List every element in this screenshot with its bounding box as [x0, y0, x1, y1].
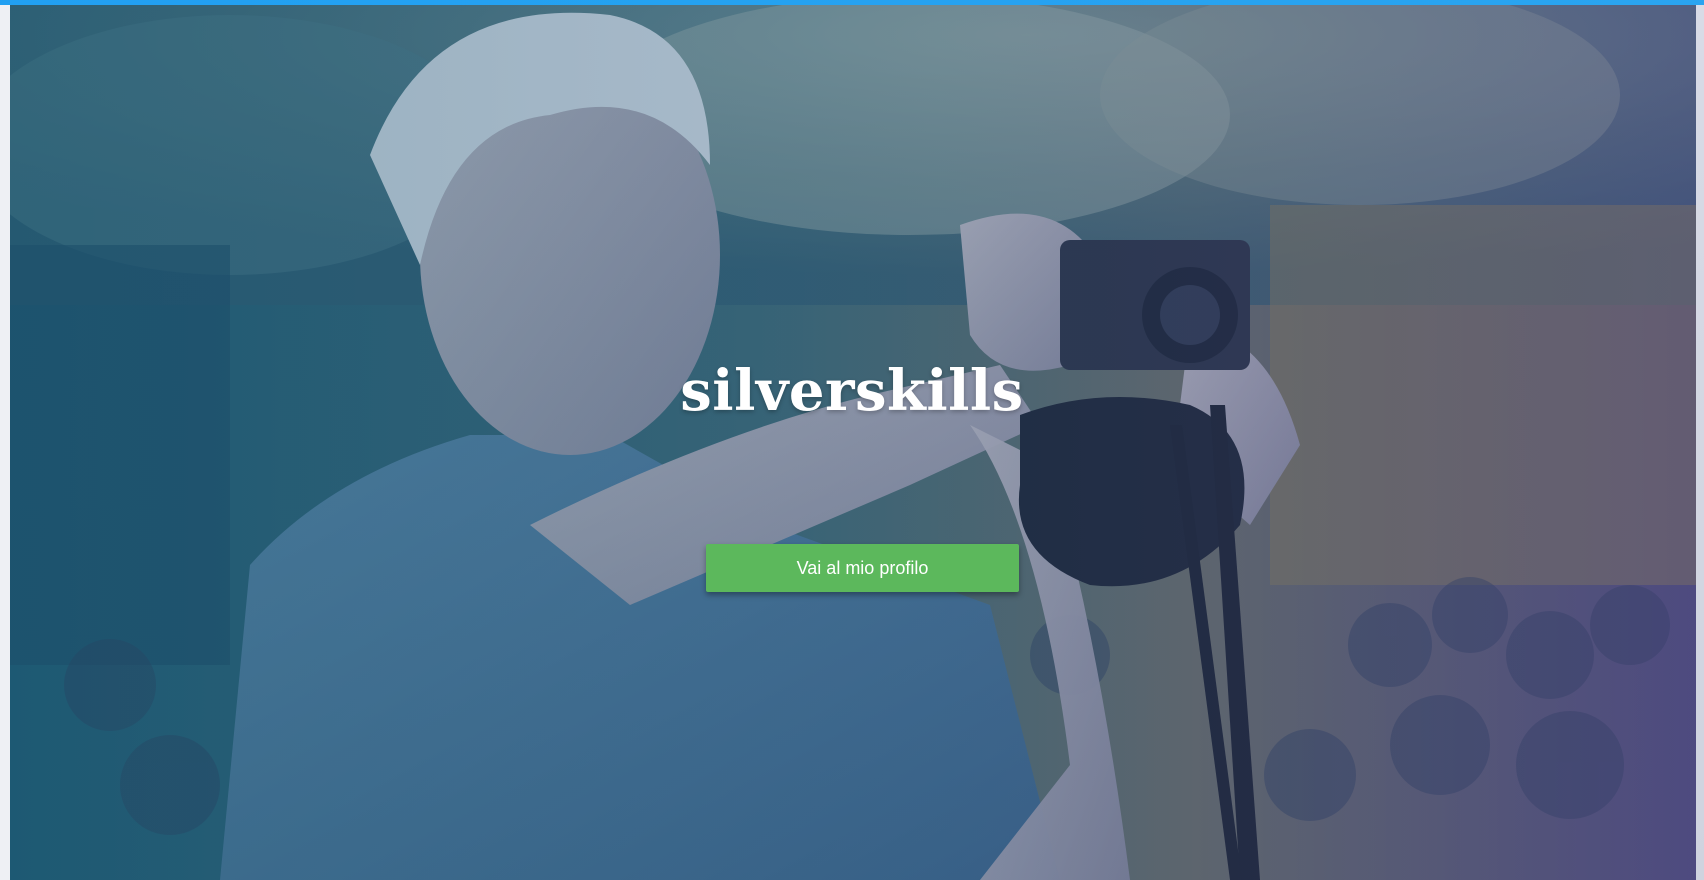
- hero-color-overlay: [10, 5, 1704, 880]
- go-to-profile-button[interactable]: Vai al mio profilo: [706, 544, 1019, 592]
- page-left-edge: [0, 5, 10, 880]
- page-right-edge: [1696, 5, 1704, 880]
- landing-page: silverskills Vai al mio profilo: [0, 0, 1704, 880]
- hero-section: [10, 5, 1704, 880]
- site-title: silverskills: [680, 358, 1024, 424]
- top-accent-bar: [0, 0, 1704, 5]
